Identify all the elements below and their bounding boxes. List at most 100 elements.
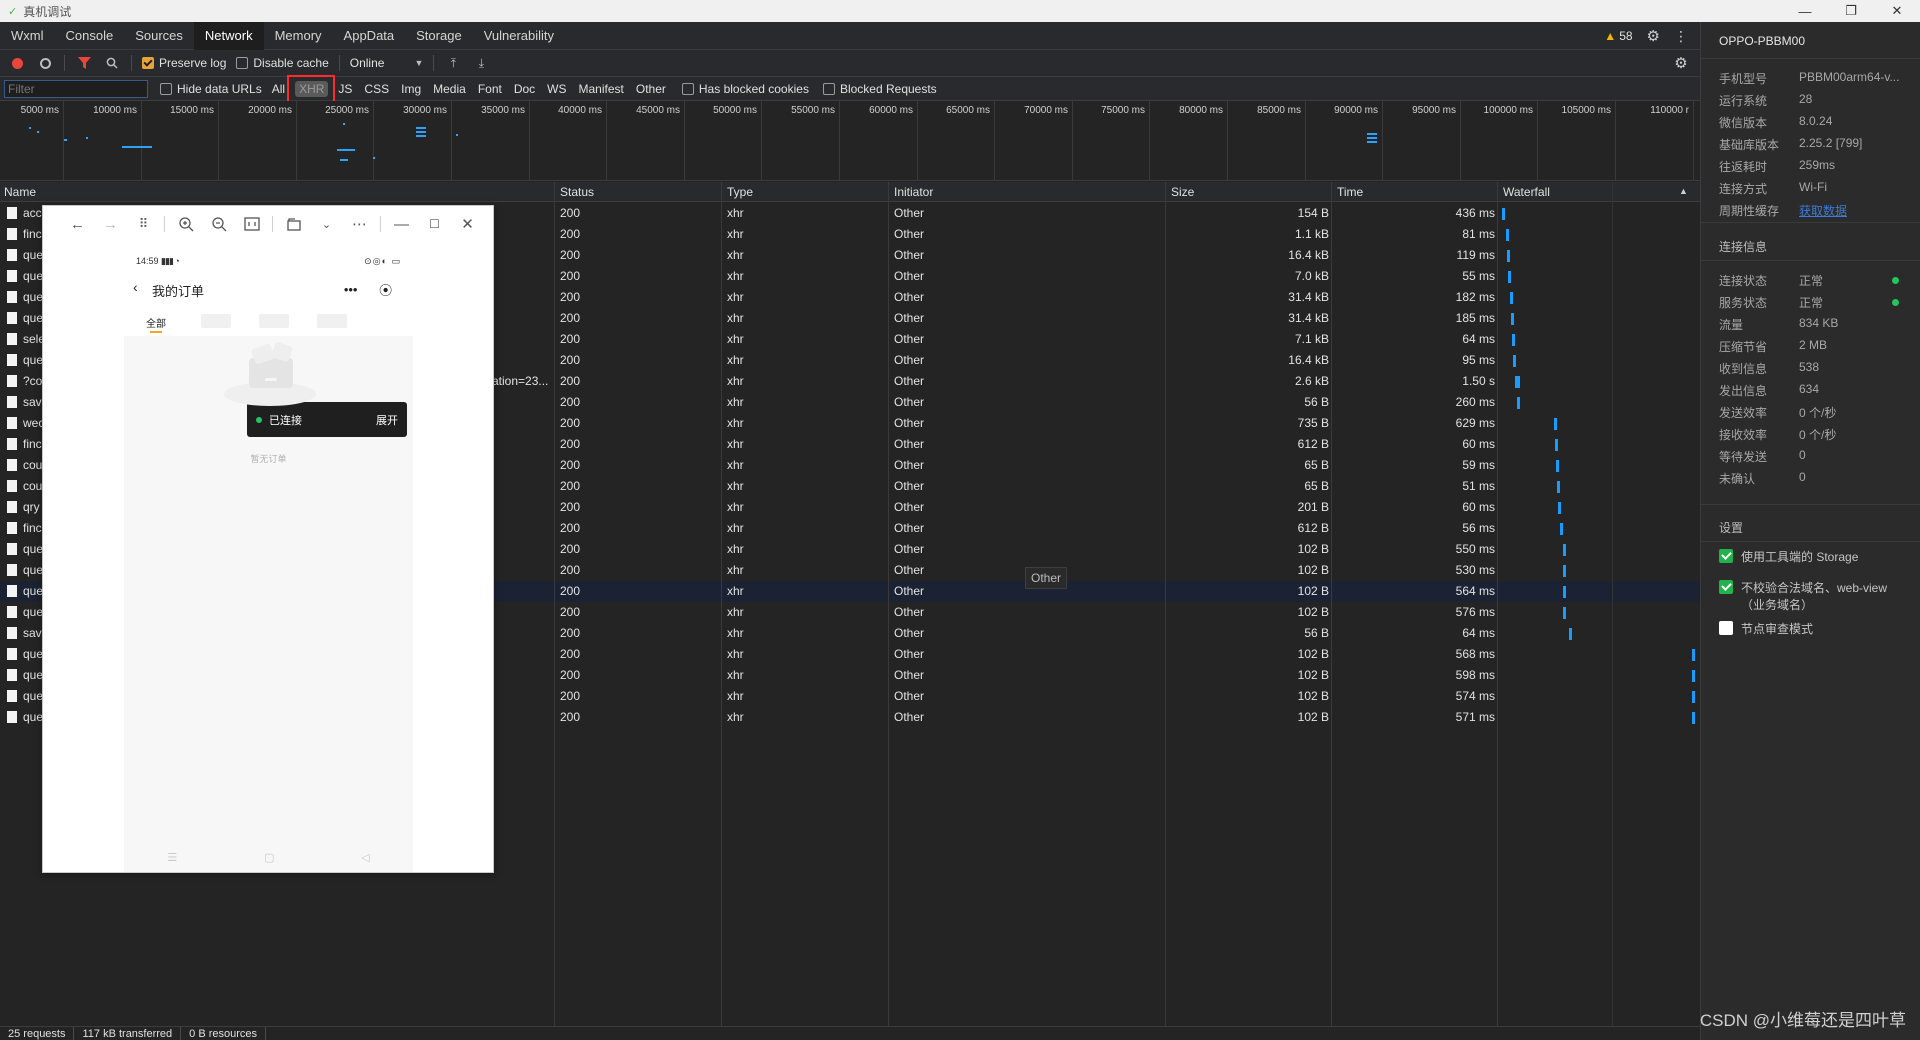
chevron-down-icon[interactable]: ⌄ (310, 210, 343, 238)
close-icon[interactable]: ✕ (1874, 0, 1920, 22)
watermark: CSDN @小维莓还是四叶草 (1699, 1011, 1906, 1030)
menu-icon[interactable]: ☰ (167, 851, 177, 864)
checkbox-icon[interactable] (1719, 549, 1733, 563)
zoom-out-icon[interactable] (202, 210, 235, 238)
warnings-badge[interactable]: ▲ 58 (1604, 29, 1632, 43)
filter-input[interactable] (4, 79, 148, 98)
settings-option[interactable]: 节点审查模式 (1719, 620, 1909, 637)
request-time: 64 ms (1462, 626, 1495, 640)
rotate-icon[interactable] (277, 210, 310, 238)
info-value: 0 (1799, 448, 1806, 462)
column-divider[interactable] (721, 182, 722, 1026)
panel-divider (1701, 222, 1920, 223)
maximize-icon[interactable]: ☐ (418, 210, 451, 238)
filter-type-img[interactable]: Img (399, 81, 423, 97)
toast-expand[interactable]: 展开 (376, 412, 398, 428)
tab-appdata[interactable]: AppData (333, 22, 406, 50)
forward-arrow-icon[interactable]: → (94, 210, 127, 238)
file-icon (7, 438, 17, 450)
column-divider[interactable] (1497, 182, 1498, 1026)
filter-type-manifest[interactable]: Manifest (577, 81, 626, 97)
clear-icon[interactable] (36, 54, 54, 72)
close-icon[interactable]: ✕ (451, 210, 484, 238)
toolbar-divider (272, 216, 273, 232)
more-horizontal-icon[interactable]: ⋯ (343, 210, 376, 238)
disable-cache-checkbox[interactable]: Disable cache (236, 56, 329, 70)
capsule-close-icon[interactable]: ⦿ (379, 280, 392, 299)
checkbox-icon[interactable] (1719, 621, 1733, 635)
search-icon[interactable] (103, 54, 121, 72)
column-time[interactable]: Time (1333, 182, 1363, 202)
tab-memory[interactable]: Memory (264, 22, 333, 50)
filter-type-css[interactable]: CSS (362, 81, 391, 97)
settings-option[interactable]: 不校验合法域名、web-view（业务域名） (1719, 579, 1909, 613)
column-divider[interactable] (554, 182, 555, 1026)
waterfall-bar (1510, 292, 1513, 304)
filter-type-js[interactable]: JS (336, 81, 354, 97)
export-icon[interactable]: ⤓ (472, 54, 490, 72)
tab-all[interactable]: 全部 (146, 315, 166, 330)
filter-type-ws[interactable]: WS (545, 81, 568, 97)
more-vertical-icon[interactable]: ⋮ (1674, 28, 1688, 45)
info-value: 634 (1799, 382, 1820, 396)
filter-icon[interactable] (75, 54, 93, 72)
info-value: 8.0.24 (1799, 114, 1833, 128)
filter-type-other[interactable]: Other (634, 81, 668, 97)
column-size[interactable]: Size (1167, 182, 1194, 202)
tab-storage[interactable]: Storage (405, 22, 473, 50)
network-settings-icon[interactable]: ⚙ (1672, 54, 1690, 72)
blocked-requests-checkbox[interactable]: Blocked Requests (822, 82, 937, 96)
info-value: PBBM00arm64-v... (1799, 70, 1900, 84)
column-type[interactable]: Type (723, 182, 753, 202)
fit-screen-icon[interactable] (235, 210, 268, 238)
connection-info-row: 连接状态 正常 (1719, 272, 1909, 290)
file-icon (7, 228, 17, 240)
throttle-select[interactable]: Online ▼ (350, 56, 424, 70)
zoom-in-icon[interactable] (169, 210, 202, 238)
home-square-icon[interactable]: ▢ (264, 851, 274, 864)
filter-type-xhr[interactable]: XHR (286, 74, 336, 107)
hide-data-urls-checkbox[interactable]: Hide data URLs (160, 82, 262, 96)
column-divider[interactable] (1331, 182, 1332, 1026)
tab-network[interactable]: Network (193, 21, 264, 50)
tab-vulnerability[interactable]: Vulnerability (473, 22, 565, 50)
import-icon[interactable]: ⤒ (444, 54, 462, 72)
filter-type-doc[interactable]: Doc (512, 81, 537, 97)
grid-icon[interactable]: ⠿ (127, 210, 160, 238)
request-size: 612 B (1297, 437, 1329, 451)
record-icon[interactable] (8, 54, 26, 72)
request-status: 200 (560, 353, 581, 367)
column-waterfall[interactable]: Waterfall (1499, 182, 1550, 202)
tab-sources[interactable]: Sources (124, 22, 194, 50)
tab-placeholder[interactable] (317, 314, 347, 328)
back-chevron-icon[interactable]: ‹ (133, 279, 138, 295)
back-arrow-icon[interactable]: ← (61, 210, 94, 238)
tab-wxml[interactable]: Wxml (0, 22, 55, 50)
filter-type-font[interactable]: Font (476, 81, 504, 97)
filter-type-all[interactable]: All (270, 81, 287, 97)
column-initiator[interactable]: Initiator (890, 182, 933, 202)
restore-icon[interactable]: ❐ (1828, 0, 1874, 22)
request-size: 735 B (1297, 416, 1329, 430)
filter-type-media[interactable]: Media (431, 81, 468, 97)
network-overview-timeline[interactable]: 5000 ms 10000 ms 15000 ms 20000 ms 25000 ms 3… (0, 101, 1700, 181)
column-divider[interactable] (888, 182, 889, 1026)
has-blocked-cookies-checkbox[interactable]: Has blocked cookies (681, 82, 809, 96)
request-type: xhr (727, 227, 744, 241)
sort-ascending-icon[interactable]: ▲ (1679, 186, 1688, 196)
info-link[interactable]: 获取数据 (1799, 202, 1847, 220)
preserve-log-checkbox[interactable]: Preserve log (142, 56, 226, 70)
minimize-icon[interactable]: — (385, 210, 418, 238)
minimize-icon[interactable]: — (1782, 0, 1828, 22)
hide-data-urls-label: Hide data URLs (177, 81, 262, 96)
tab-console[interactable]: Console (55, 22, 125, 50)
back-triangle-icon[interactable]: ◁ (361, 851, 369, 864)
column-divider[interactable] (1165, 182, 1166, 1026)
timeline-tick-label: 35000 ms (481, 105, 525, 116)
settings-gear-icon[interactable]: ⚙ (1647, 27, 1660, 45)
column-name[interactable]: Name (0, 182, 36, 202)
settings-option[interactable]: 使用工具端的 Storage (1719, 548, 1909, 565)
column-status[interactable]: Status (556, 182, 594, 202)
more-dots-icon[interactable]: ••• (344, 282, 358, 297)
checkbox-icon[interactable] (1719, 580, 1733, 594)
